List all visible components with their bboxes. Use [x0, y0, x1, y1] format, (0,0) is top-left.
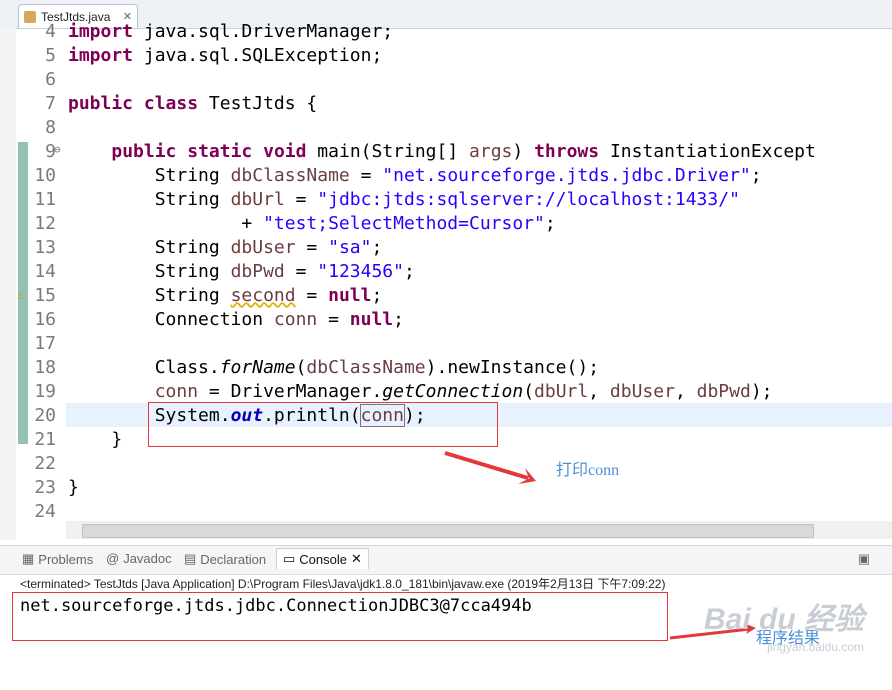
line-number: 7: [45, 92, 56, 114]
line-number: 5: [45, 44, 56, 66]
highlight-box-println: [148, 402, 498, 447]
line-number: 9: [45, 140, 56, 162]
fold-icon[interactable]: ⊖: [54, 143, 61, 156]
highlight-box-output: [12, 592, 668, 641]
editor-ruler: [0, 28, 16, 540]
line-number: 23: [34, 476, 56, 498]
line-number: 12: [34, 212, 56, 234]
line-number: 20: [34, 404, 56, 426]
code-text[interactable]: public static void main(String[] args) t…: [68, 141, 816, 162]
code-text[interactable]: public class TestJtds {: [68, 93, 317, 114]
tab-console[interactable]: ▭ Console ✕: [276, 548, 369, 569]
code-text[interactable]: String dbClassName = "net.sourceforge.jt…: [68, 165, 762, 186]
code-text[interactable]: String dbUser = "sa";: [68, 237, 383, 258]
declaration-icon: ▤: [184, 551, 197, 566]
code-text[interactable]: import java.sql.SQLException;: [68, 45, 382, 66]
arrow-icon: [444, 451, 536, 484]
watermark: Bai du 经验 jingyan.baidu.com: [703, 603, 864, 654]
warning-icon[interactable]: ⚠: [17, 288, 24, 302]
close-icon[interactable]: ✕: [351, 551, 362, 567]
tab-declaration[interactable]: ▤ Declaration: [184, 551, 266, 567]
line-number: 4: [45, 20, 56, 42]
line-number: 8: [45, 116, 56, 138]
line-number: 16: [34, 308, 56, 330]
line-number: 15: [34, 284, 56, 306]
console-status: <terminated> TestJtds [Java Application]…: [20, 577, 666, 591]
line-number: 24: [34, 500, 56, 522]
line-number: 14: [34, 260, 56, 282]
code-text[interactable]: String second = null;: [68, 285, 383, 306]
code-text[interactable]: String dbPwd = "123456";: [68, 261, 415, 282]
line-number: 22: [34, 452, 56, 474]
code-text[interactable]: }: [68, 477, 79, 498]
tab-javadoc[interactable]: @ Javadoc: [106, 551, 172, 566]
line-number: 6: [45, 68, 56, 90]
code-text[interactable]: conn = DriverManager.getConnection(dbUrl…: [68, 381, 773, 402]
tab-problems[interactable]: ▦ Problems: [22, 551, 93, 567]
code-text[interactable]: + "test;SelectMethod=Cursor";: [68, 213, 555, 234]
code-text[interactable]: String dbUrl = "jdbc:jtds:sqlserver://lo…: [68, 189, 740, 210]
print-note: 打印conn: [556, 462, 620, 479]
panel-tab-bar: ▦ Problems @ Javadoc ▤ Declaration ▭ Con…: [0, 545, 892, 575]
code-text[interactable]: import java.sql.DriverManager;: [68, 21, 393, 42]
line-number: 13: [34, 236, 56, 258]
code-text[interactable]: Connection conn = null;: [68, 309, 404, 330]
line-number: 10: [34, 164, 56, 186]
line-number: 19: [34, 380, 56, 402]
console-icon: ▭: [283, 551, 296, 566]
line-number: 21: [34, 428, 56, 450]
line-number: 17: [34, 332, 56, 354]
scrollbar-thumb[interactable]: [82, 524, 814, 538]
problems-icon: ▦: [22, 551, 35, 566]
code-text[interactable]: Class.forName(dbClassName).newInstance()…: [68, 357, 599, 378]
line-number: 18: [34, 356, 56, 378]
at-icon: @: [106, 551, 120, 566]
line-number: 11: [34, 188, 56, 210]
minimize-icon[interactable]: ▣: [858, 551, 870, 567]
code-text[interactable]: }: [68, 429, 122, 450]
